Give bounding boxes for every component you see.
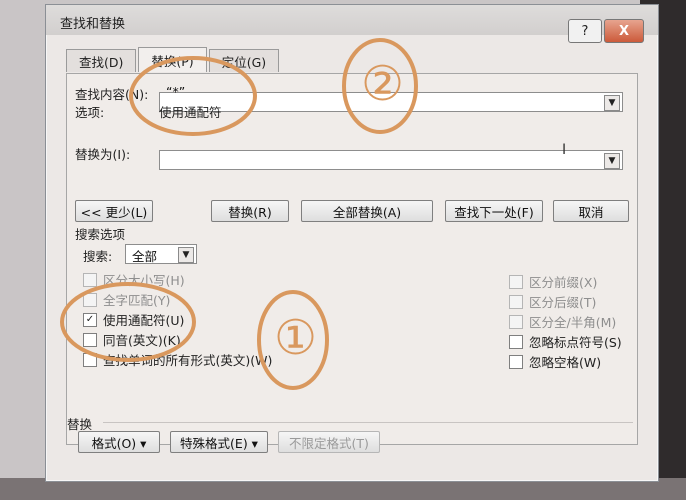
search-scope-select[interactable]: 全部 ▼ [125,244,197,264]
checkbox-label: 全字匹配(Y) [103,293,171,308]
chevron-down-icon[interactable]: ▼ [178,247,194,263]
checkbox-box[interactable] [83,352,97,367]
replace-input[interactable]: ▼ [159,150,623,170]
ignore-punctuation-checkbox[interactable]: 忽略标点符号(S) [509,332,622,351]
options-value: 使用通配符 [159,105,222,120]
replace-label: 替换为(I): [75,147,131,162]
section-divider [103,422,633,423]
checkbox-label: 忽略空格(W) [529,355,602,370]
no-formatting-button[interactable]: 不限定格式(T) [278,431,380,453]
replace-all-button[interactable]: 全部替换(A) [301,200,433,222]
replace-button[interactable]: 替换(R) [211,200,289,222]
close-button[interactable]: X [604,19,644,43]
chevron-down-icon[interactable]: ▼ [604,153,620,169]
checkbox-box[interactable] [509,274,523,289]
use-wildcards-checkbox[interactable]: ✓ 使用通配符(U) [83,310,184,329]
match-case-checkbox[interactable]: 区分大小写(H) [83,270,185,289]
checkbox-label: 区分大小写(H) [103,273,185,288]
format-button[interactable]: 格式(O) ▾ [78,431,160,453]
all-word-forms-checkbox[interactable]: 查找单词的所有形式(英文)(W) [83,350,272,369]
sounds-like-checkbox[interactable]: 同音(英文)(K) [83,330,181,349]
search-options-heading: 搜索选项 [75,227,126,242]
checkbox-label: 区分后缀(T) [529,295,597,310]
options-label: 选项: [75,105,105,120]
special-format-button[interactable]: 特殊格式(E) ▾ [170,431,268,453]
whole-word-checkbox[interactable]: 全字匹配(Y) [83,290,170,309]
tab-strip: 查找(D) 替换(P) 定位(G) [66,47,281,73]
checkmark-icon[interactable]: ✓ [83,312,97,327]
search-scope-label: 搜索: [83,249,113,264]
checkbox-label: 查找单词的所有形式(英文)(W) [103,353,273,368]
tab-panel: 查找内容(N): “*” ▼ 选项: 使用通配符 替换为(I): ▼ I << … [66,73,638,445]
find-value: “*” [166,84,186,99]
checkbox-box[interactable] [83,292,97,307]
tab-replace[interactable]: 替换(P) [138,47,207,72]
cancel-button[interactable]: 取消 [553,200,629,222]
find-input[interactable]: “*” ▼ [159,84,623,112]
checkbox-box[interactable] [83,272,97,287]
checkbox-box[interactable] [509,314,523,329]
checkbox-box[interactable] [509,334,523,349]
ignore-whitespace-checkbox[interactable]: 忽略空格(W) [509,352,601,371]
find-replace-dialog: 查找和替换 ? X 查找(D) 替换(P) 定位(G) 查找内容(N): “*”… [45,4,659,482]
search-scope-value: 全部 [132,249,158,264]
checkbox-label: 区分前缀(X) [529,275,598,290]
find-next-button[interactable]: 查找下一处(F) [445,200,543,222]
text-cursor-icon: I [562,142,567,158]
checkbox-box[interactable] [509,294,523,309]
tab-goto[interactable]: 定位(G) [208,49,280,72]
help-button[interactable]: ? [568,19,602,43]
window-title: 查找和替换 [60,17,126,32]
match-prefix-checkbox[interactable]: 区分前缀(X) [509,272,597,291]
checkbox-label: 同音(英文)(K) [103,333,181,348]
checkbox-box[interactable] [509,354,523,369]
checkbox-label: 忽略标点符号(S) [529,335,622,350]
tab-find[interactable]: 查找(D) [66,49,137,72]
checkbox-label: 使用通配符(U) [103,313,185,328]
checkbox-box[interactable] [83,332,97,347]
chevron-down-icon[interactable]: ▼ [604,95,620,111]
match-width-checkbox[interactable]: 区分全/半角(M) [509,312,616,331]
checkbox-label: 区分全/半角(M) [529,315,617,330]
less-button[interactable]: << 更少(L) [75,200,153,222]
title-bar: 查找和替换 ? X [46,5,658,43]
find-label: 查找内容(N): [75,87,149,102]
match-suffix-checkbox[interactable]: 区分后缀(T) [509,292,596,311]
